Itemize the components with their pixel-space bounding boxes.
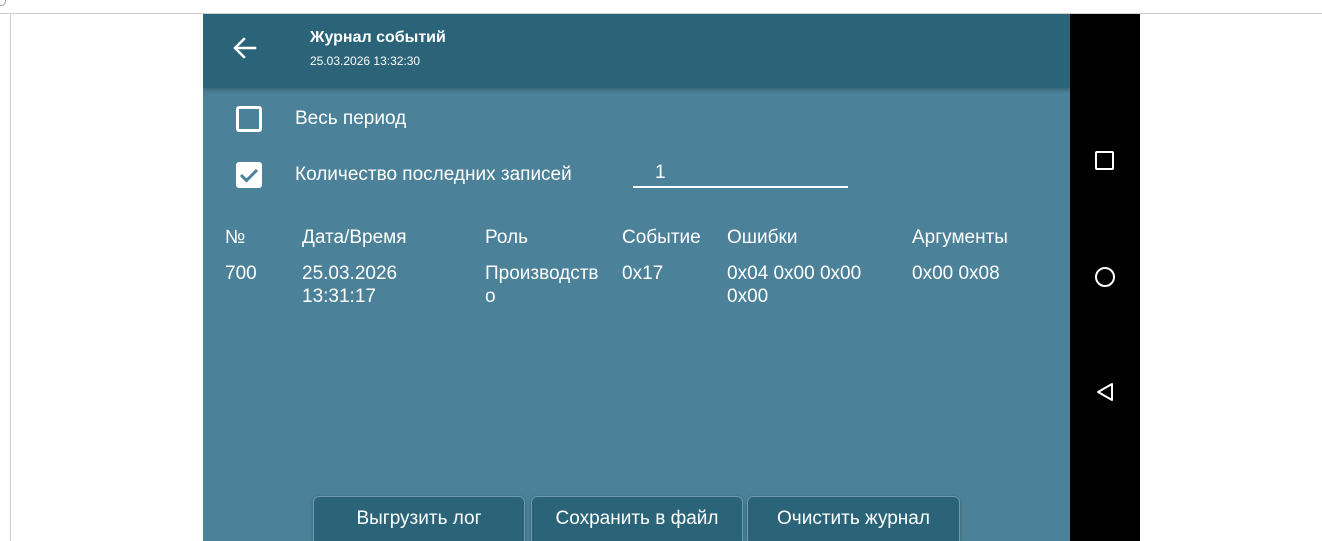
- column-header-number: №: [225, 227, 246, 248]
- home-circle-icon[interactable]: [1090, 261, 1120, 291]
- row-event: 0x17: [622, 263, 664, 284]
- navigation-bar: [1070, 14, 1140, 541]
- whole-period-label[interactable]: Весь период: [295, 108, 406, 130]
- export-log-button[interactable]: Выгрузить лог: [313, 496, 525, 541]
- window-left-border: [10, 13, 11, 541]
- row-date: 25.03.2026: [302, 263, 398, 284]
- last-records-count-input[interactable]: 1: [633, 162, 848, 188]
- last-records-checkbox[interactable]: [236, 162, 262, 188]
- column-header-datetime: Дата/Время: [302, 227, 407, 248]
- app-bar: Журнал событий 25.03.2026 13:32:30: [203, 14, 1070, 88]
- column-header-errors: Ошибки: [727, 227, 798, 248]
- column-header-arguments: Аргументы: [912, 227, 1008, 248]
- checkmark-icon: [239, 168, 259, 183]
- column-header-role: Роль: [485, 227, 528, 248]
- recent-apps-square-icon[interactable]: [1090, 145, 1120, 175]
- clear-log-button[interactable]: Очистить журнал: [747, 496, 960, 541]
- column-header-event: Событие: [622, 227, 701, 248]
- row-time: 13:31:17: [302, 286, 376, 307]
- row-arguments: 0x00 0x08: [912, 263, 1000, 284]
- corner-mark: [0, 0, 6, 6]
- app-screen: Журнал событий 25.03.2026 13:32:30 Весь …: [203, 14, 1070, 541]
- row-role-wrap: о: [485, 286, 496, 307]
- page-title: Журнал событий: [310, 29, 446, 46]
- back-arrow-icon[interactable]: [231, 34, 259, 62]
- row-errors: 0x04 0x00 0x00: [727, 263, 862, 284]
- whole-period-checkbox[interactable]: [236, 106, 262, 132]
- back-triangle-icon[interactable]: [1090, 376, 1120, 406]
- last-records-label[interactable]: Количество последних записей: [295, 164, 572, 186]
- row-errors-wrap: 0x00: [727, 286, 769, 307]
- row-role: Производств: [485, 263, 599, 284]
- page-subtitle-datetime: 25.03.2026 13:32:30: [310, 54, 421, 68]
- row-number: 700: [225, 263, 257, 284]
- save-to-file-button[interactable]: Сохранить в файл: [531, 496, 743, 541]
